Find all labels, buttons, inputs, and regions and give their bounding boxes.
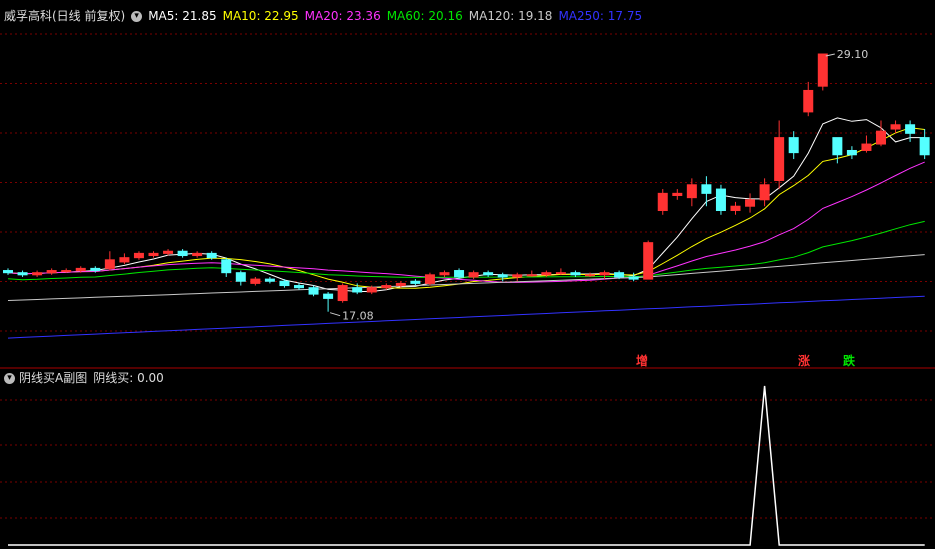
chart-canvas: 29.10 17.08 [0,33,935,546]
sub-panel-title[interactable]: 阴线买A副图 [19,371,87,385]
candle-body [323,293,334,299]
ma60-line [7,220,925,281]
candle-body [221,259,232,274]
ma250-label: MA250: 17.75 [558,9,643,23]
candle-body [890,124,901,130]
signal-zhang: 涨 [798,354,811,368]
candle-body [599,272,610,276]
signal-zeng: 增 [636,354,649,368]
candle-body [526,274,537,277]
sub-panel-value: 阴线买: 0.00 [93,371,164,385]
candle-body [643,242,654,280]
candle-body [424,274,435,284]
candle-body [686,184,697,199]
low-marker [329,312,341,317]
candle-body [17,272,28,276]
candle-body [75,267,86,272]
candle-body [46,270,57,274]
candle-body [3,270,13,274]
candle-body [61,270,72,273]
candle-body [192,252,203,257]
candle-body [905,124,916,134]
candle-body [846,149,857,156]
candle-body [206,252,217,259]
candle-body [919,137,930,156]
candle-body [104,259,115,269]
candle-body [483,272,494,276]
candle-body [337,285,348,302]
candle-body [395,282,406,287]
candle-body [308,287,319,295]
candle-body [803,89,814,113]
candle-body [774,137,785,181]
candle-body [133,252,144,259]
main-panel-header: 威孚高科(日线 前复权) ▾ MA5: 21.85 MA10: 22.95 MA20: … [4,8,648,24]
candle-body [279,280,290,287]
candle-body [585,274,595,277]
chevron-down-icon[interactable]: ▾ [4,373,15,384]
candle-body [32,272,43,276]
candle-body [90,267,101,272]
candle-body [381,285,392,289]
candle-body [861,143,872,151]
candle-body [410,280,421,284]
candle-body [235,272,246,282]
candle-body [264,278,275,282]
candle-body [759,184,770,201]
candle-body [701,184,712,194]
candle-body [454,270,465,278]
candle-body [745,199,756,207]
candle-body [163,250,174,254]
candle-body [512,274,523,278]
candle-body [177,250,188,257]
candle-body [672,192,683,197]
chevron-down-icon[interactable]: ▾ [131,11,143,22]
ma10-line [7,127,925,289]
sub-panel-header: ▾ 阴线买A副图 阴线买: 0.00 [4,370,164,386]
stock-title[interactable]: 威孚高科(日线 前复权) [4,9,125,23]
candle-body [570,272,581,276]
candle-body [817,53,828,87]
candle-body [876,130,886,145]
candle-body [366,287,377,293]
ma10-label: MA10: 22.95 [222,9,299,23]
candle-body [628,276,639,280]
low-label: 17.08 [342,310,374,323]
signal-die: 跌 [843,354,856,368]
candle-body [788,137,799,154]
candle-body [352,287,363,293]
top-tab-bar[interactable] [0,0,935,6]
candle-body [439,272,450,276]
ma20-line [7,161,925,283]
candle-body [715,188,726,212]
ma120-label: MA120: 19.18 [468,9,553,23]
candle-body [119,257,130,263]
candle-body [468,272,479,278]
candle-body [555,272,566,275]
candle-body [832,137,843,156]
candle-body [497,274,508,278]
ma60-label: MA60: 20.16 [386,9,463,23]
candle-body [614,272,625,278]
candle-body [148,252,159,257]
candle-body [657,192,668,212]
high-label: 29.10 [837,48,869,61]
candle-body [250,278,261,284]
sub-series-line [8,385,925,546]
candle-body [294,285,304,289]
ma250-line [7,295,925,339]
ma20-label: MA20: 23.36 [304,9,381,23]
ma5-label: MA5: 21.85 [148,9,217,23]
candle-body [730,205,741,212]
candle-body [541,272,552,276]
